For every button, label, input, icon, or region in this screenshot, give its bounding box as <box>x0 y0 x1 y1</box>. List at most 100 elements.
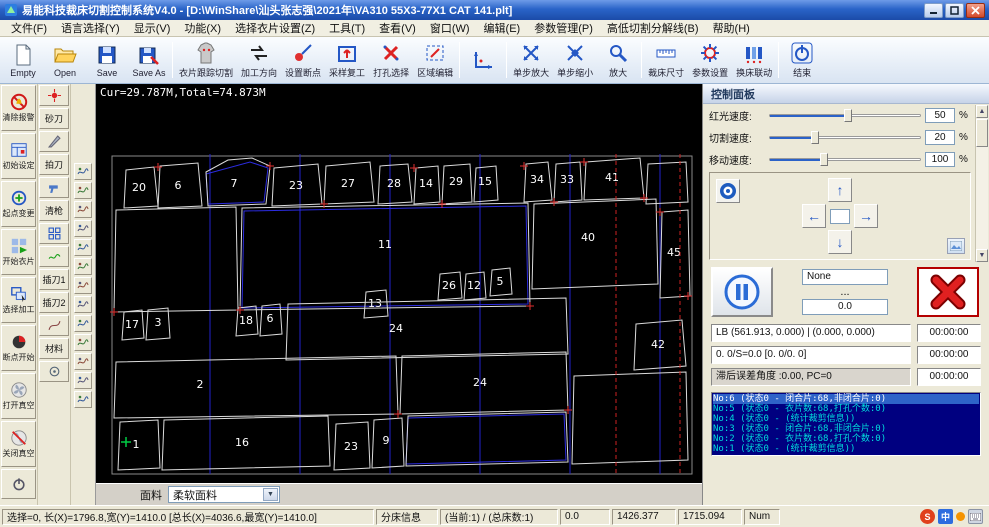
menu-file[interactable]: 文件(F) <box>4 19 54 37</box>
brand-logo-button[interactable] <box>716 179 740 203</box>
toolbar-button-sample-rework[interactable]: 采样复工 <box>325 38 369 82</box>
pat-knife-button[interactable]: 拍刀 <box>39 154 69 175</box>
sidebar-power-button[interactable] <box>1 469 36 499</box>
flag-icon[interactable] <box>74 391 92 408</box>
pointer-icon[interactable] <box>74 163 92 180</box>
move-speed-slider[interactable] <box>769 152 921 166</box>
toolbar-button-zoom[interactable]: 放大 <box>597 38 639 82</box>
clean-gun-button[interactable]: 清枪 <box>39 200 69 221</box>
menu-function[interactable]: 功能(X) <box>177 19 228 37</box>
toolbar-button-end[interactable]: 结束 <box>781 38 823 82</box>
laser-speed-slider[interactable] <box>769 108 921 122</box>
toolbar-button-axes[interactable] <box>462 38 504 82</box>
select-process-button[interactable]: 选择加工 <box>1 277 36 323</box>
cut-speed-value[interactable]: 20 <box>925 130 955 145</box>
scissors-icon[interactable] <box>74 239 92 256</box>
menu-view[interactable]: 查看(V) <box>372 19 423 37</box>
menu-help[interactable]: 帮助(H) <box>706 19 757 37</box>
log-line[interactable]: No:3 (状态0 - 闭合片:68,非闭合片:0) <box>713 424 979 434</box>
nesting-svg[interactable]: 2067232728142915343341114045261251317318… <box>96 84 702 483</box>
insert-knife-2-button[interactable]: 插刀2 <box>39 292 69 313</box>
toolbar-button-punch-select[interactable]: 打孔选择 <box>369 38 413 82</box>
jog-left-button[interactable]: ← <box>802 204 826 228</box>
chinese-mode-icon[interactable]: 中 <box>938 509 953 524</box>
input-method-icon[interactable]: S <box>920 509 935 524</box>
scroll-down-icon[interactable]: ▼ <box>976 249 988 262</box>
origin-change-button[interactable]: 起点变更 <box>1 181 36 227</box>
close-button[interactable] <box>966 3 985 18</box>
node-edit-icon[interactable] <box>74 220 92 237</box>
curve-tool-button[interactable] <box>39 315 69 336</box>
brush-icon[interactable] <box>74 353 92 370</box>
misc-tool-button[interactable] <box>39 361 69 382</box>
toolbar-button-empty[interactable]: Empty <box>2 38 44 82</box>
wave-icon[interactable] <box>74 201 92 218</box>
insert-knife-1-button[interactable]: 插刀1 <box>39 269 69 290</box>
ruler-icon[interactable] <box>74 315 92 332</box>
log-line[interactable]: No:5 (状态0 - 衣片数:68,打孔个数:0) <box>713 404 979 414</box>
toolbar-button-bed-linkage[interactable]: 换床联动 <box>732 38 776 82</box>
slider-thumb[interactable] <box>844 109 852 122</box>
mode-box[interactable]: None <box>802 269 888 285</box>
jog-up-button[interactable]: ↑ <box>828 178 852 202</box>
blade-button[interactable] <box>39 131 69 152</box>
scroll-thumb[interactable] <box>976 119 988 147</box>
breakpoint-start-button[interactable]: 断点开始 <box>1 325 36 371</box>
jog-right-button[interactable]: → <box>854 204 878 228</box>
scroll-up-icon[interactable]: ▲ <box>976 105 988 118</box>
maximize-button[interactable] <box>945 3 964 18</box>
keyboard-icon[interactable] <box>968 509 983 524</box>
layers-icon[interactable] <box>74 296 92 313</box>
log-line[interactable]: No:6 (状态0 - 闭合片:68,非闭合片:0) <box>713 394 979 404</box>
vacuum-off-button[interactable]: 关闭真空 <box>1 421 36 467</box>
toolbar-button-step-zoom-out[interactable]: 单步缩小 <box>553 38 597 82</box>
laser-pointer-button[interactable] <box>39 85 69 106</box>
toolbar-button-region-edit[interactable]: 区域编辑 <box>413 38 457 82</box>
air-gun-button[interactable] <box>39 177 69 198</box>
slider-thumb[interactable] <box>811 131 819 144</box>
initial-setup-button[interactable]: 初始设定 <box>1 133 36 179</box>
toolbar-button-set-breakpoint[interactable]: 设置断点 <box>281 38 325 82</box>
cut-speed-slider[interactable] <box>769 130 921 144</box>
stop-button[interactable] <box>917 267 979 317</box>
clear-alarm-button[interactable]: 清除报警 <box>1 85 36 131</box>
move-speed-value[interactable]: 100 <box>925 152 955 167</box>
panel-scrollbar[interactable]: ▲ ▼ <box>975 105 988 262</box>
log-line[interactable]: No:4 (状态0 - (统计裁剪信息)) <box>713 414 979 424</box>
fabric-select[interactable]: 柔软面料 ▼ <box>168 486 280 503</box>
minimize-button[interactable] <box>924 3 943 18</box>
marquee-icon[interactable] <box>74 182 92 199</box>
menu-language[interactable]: 语言选择(Y) <box>54 19 127 37</box>
log-line[interactable]: No:2 (状态0 - 衣片数:68,打孔个数:0) <box>713 434 979 444</box>
toolbar-button-parameter-settings[interactable]: 参数设置 <box>688 38 732 82</box>
menu-cut-decompose[interactable]: 高低切割分解线(B) <box>600 19 706 37</box>
menu-window[interactable]: 窗口(W) <box>423 19 477 37</box>
cutting-canvas[interactable]: Cur=29.787M,Total=74.873M 20672327281429… <box>96 84 702 483</box>
menu-tools[interactable]: 工具(T) <box>322 19 372 37</box>
chevron-down-icon[interactable]: ▼ <box>263 488 278 501</box>
menu-piece-settings[interactable]: 选择衣片设置(Z) <box>228 19 322 37</box>
status-log[interactable]: No:6 (状态0 - 闭合片:68,非闭合片:0) No:5 (状态0 - 衣… <box>711 392 981 456</box>
loop-icon[interactable] <box>74 277 92 294</box>
tray-dot-icon[interactable] <box>956 512 965 521</box>
toolbar-button-step-zoom-in[interactable]: 单步放大 <box>509 38 553 82</box>
pin-icon[interactable] <box>74 258 92 275</box>
menu-parameters[interactable]: 参数管理(P) <box>527 19 600 37</box>
jog-down-button[interactable]: ↓ <box>828 230 852 254</box>
toolbar-button-garment-track-cut[interactable]: 衣片跟踪切割 <box>175 38 237 82</box>
toolbar-button-bed-size[interactable]: 裁床尺寸 <box>644 38 688 82</box>
toolbar-button-save-as[interactable]: Save As <box>128 38 170 82</box>
log-line[interactable]: No:1 (状态0 - (统计裁剪信息)) <box>713 444 979 454</box>
toolbar-button-open[interactable]: Open <box>44 38 86 82</box>
link-icon[interactable] <box>74 372 92 389</box>
start-piece-button[interactable]: 开始衣片 <box>1 229 36 275</box>
pause-button[interactable] <box>711 267 773 317</box>
toolbar-button-save[interactable]: Save <box>86 38 128 82</box>
menu-edit[interactable]: 编辑(E) <box>477 19 528 37</box>
grid-tool-button[interactable] <box>39 223 69 244</box>
preview-thumbnail-icon[interactable] <box>947 238 965 254</box>
grind-knife-button[interactable]: 砂刀 <box>39 108 69 129</box>
menu-display[interactable]: 显示(V) <box>127 19 178 37</box>
laser-speed-value[interactable]: 50 <box>925 108 955 123</box>
material-button[interactable]: 材料 <box>39 338 69 359</box>
